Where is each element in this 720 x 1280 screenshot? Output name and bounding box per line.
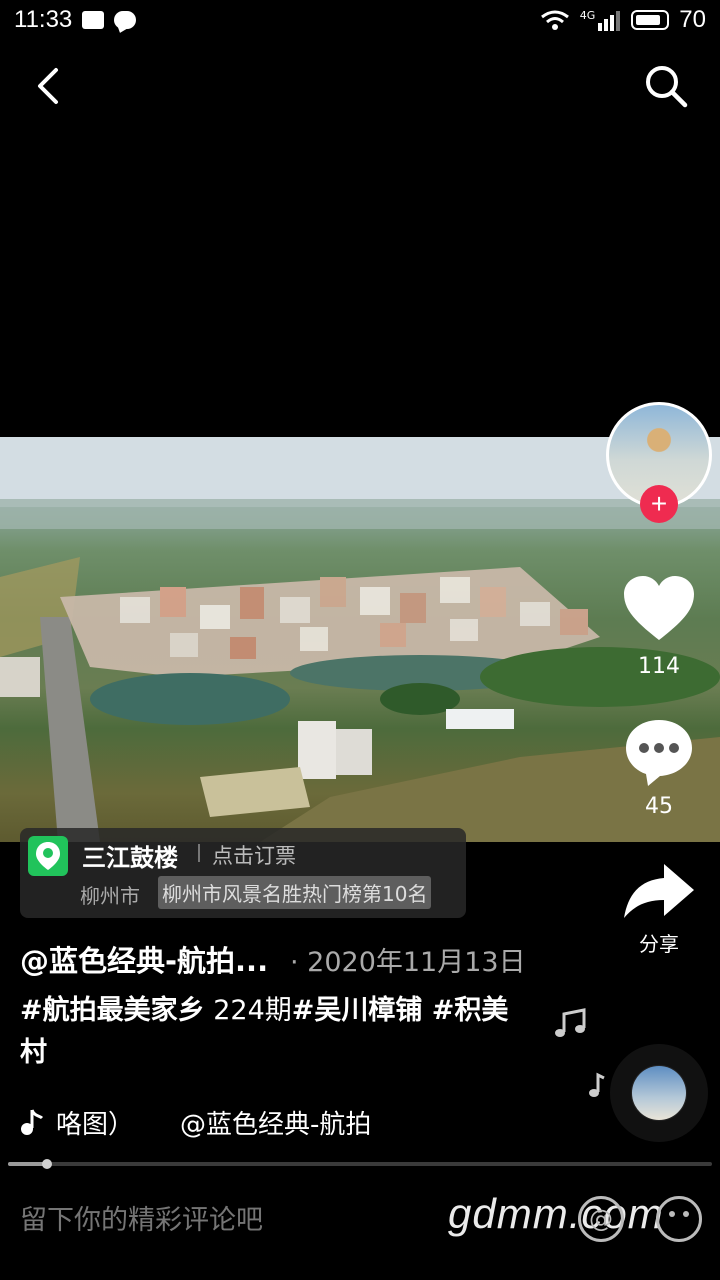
like-count: 114 — [638, 654, 680, 679]
signal-icon — [598, 11, 621, 31]
message-icon — [114, 11, 137, 29]
search-button[interactable] — [638, 58, 694, 114]
comment-input[interactable] — [20, 1200, 440, 1240]
music-cover — [632, 1066, 686, 1120]
notification-icon — [82, 11, 105, 29]
location-divider — [198, 844, 200, 862]
mention-icon[interactable]: @ — [578, 1196, 624, 1242]
battery-icon — [631, 10, 670, 30]
author-name[interactable]: @蓝色经典-航拍... — [20, 938, 268, 980]
status-time: 11:33 — [14, 6, 73, 33]
post-caption: #航拍最美家乡 224期#吴川樟铺 #积美村 — [20, 990, 520, 1074]
share-button[interactable] — [622, 862, 696, 922]
aerial-village-scene — [0, 437, 720, 842]
share-arrow-icon — [624, 864, 694, 918]
music-artist: @蓝色经典-航拍 — [180, 1109, 372, 1140]
location-ranking-badge[interactable]: 柳州市风景名胜热门榜第10名 — [158, 876, 432, 909]
emoji-icon[interactable] — [656, 1196, 702, 1242]
like-button[interactable] — [622, 574, 696, 644]
post-date: · 2020年11月13日 — [290, 947, 526, 978]
status-left: 11:33 — [14, 6, 137, 34]
battery-level: 70 — [679, 6, 706, 33]
location-city: 柳州市 — [80, 884, 140, 908]
music-disc[interactable] — [610, 1044, 708, 1142]
location-name: 三江鼓楼 — [82, 844, 178, 872]
hashtag-link[interactable]: #航拍最美家乡 — [20, 995, 205, 1026]
progress-knob[interactable] — [41, 1159, 52, 1169]
location-pin-icon — [28, 836, 68, 876]
watermark: gdmm.com — [448, 1190, 664, 1237]
network-type: 4G — [579, 8, 596, 22]
video-player[interactable] — [0, 437, 720, 842]
chat-dots-icon — [626, 720, 692, 786]
status-bar: 11:33 4G 70 — [0, 0, 720, 40]
follow-button[interactable]: + — [640, 485, 678, 523]
search-icon — [646, 66, 688, 108]
wifi-icon — [540, 10, 569, 30]
progress-fill — [8, 1162, 47, 1166]
share-label: 分享 — [639, 932, 679, 956]
music-note-icon — [555, 1008, 586, 1037]
location-card[interactable]: 三江鼓楼 点击订票 柳州市 柳州市风景名胜热门榜第10名 — [20, 828, 466, 918]
chevron-left-icon — [38, 68, 58, 104]
caption-text: 224期 — [204, 995, 292, 1026]
heart-icon — [624, 576, 694, 640]
music-note-icon — [589, 1072, 605, 1097]
music-title: 咯图） — [56, 1109, 135, 1140]
book-ticket-link[interactable]: 点击订票 — [212, 840, 296, 870]
comment-button[interactable] — [622, 716, 696, 788]
comment-count: 45 — [645, 794, 673, 819]
music-bar[interactable]: 咯图） @蓝色经典-航拍 — [20, 1102, 371, 1142]
status-right: 4G 70 — [540, 6, 706, 34]
music-note-icon — [21, 1109, 44, 1135]
video-progress-bar[interactable] — [8, 1159, 712, 1169]
back-button[interactable] — [20, 58, 76, 114]
